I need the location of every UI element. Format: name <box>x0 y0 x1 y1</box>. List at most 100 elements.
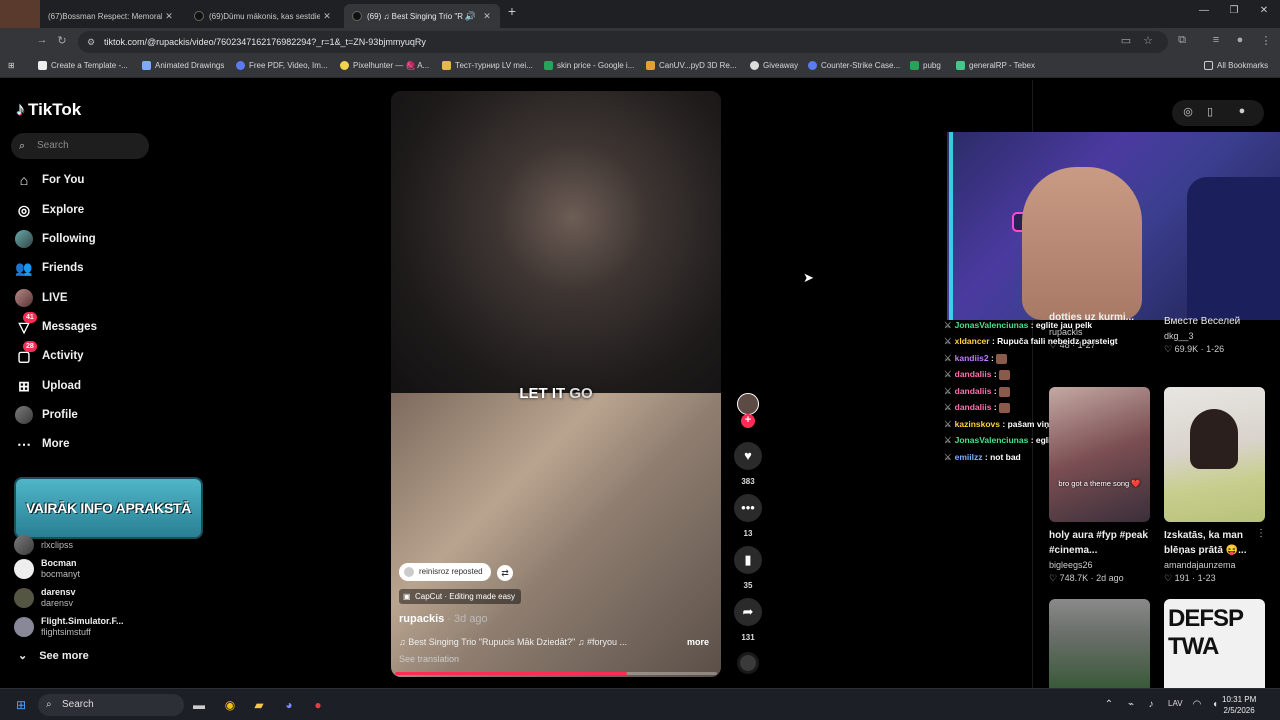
following-account[interactable]: rlxclipss <box>14 535 73 555</box>
bookmark-item[interactable]: skin price - Google i... <box>544 61 634 70</box>
discord-icon[interactable]: ◕ <box>280 696 298 714</box>
reading-list-icon[interactable]: ≡ <box>1208 34 1224 46</box>
nav-live[interactable]: LIVE <box>14 286 68 310</box>
bookmark-item[interactable]: CanUV...pyD 3D Re... <box>646 61 737 70</box>
tab-title: (67)Bossman Respect: Memorable <box>48 11 162 21</box>
bookmark-item[interactable]: Тест-турнир LV mei... <box>442 61 533 70</box>
see-translation-link[interactable]: See translation <box>399 654 459 664</box>
taskbar-search[interactable]: ⌕ Search <box>38 694 184 716</box>
repost-label[interactable]: reinisroz reposted <box>399 563 491 581</box>
star-icon[interactable]: ☆ <box>1140 34 1156 47</box>
site-info-icon[interactable]: ⚙ <box>87 31 95 53</box>
bookmark-item[interactable]: Counter-Strike Case... <box>808 61 900 70</box>
repost-icon[interactable]: ⇄ <box>497 565 513 581</box>
apps-icon[interactable]: ⊞ <box>8 61 15 70</box>
close-icon[interactable]: ✕ <box>162 11 176 22</box>
clock[interactable]: 10:31 PM 2/5/2026 <box>1222 694 1256 716</box>
close-icon[interactable]: ✕ <box>320 11 334 22</box>
video-progress[interactable] <box>395 672 717 675</box>
account-name: Flight.Simulator.F... <box>41 616 124 626</box>
video-author[interactable]: rupackis · 3d ago <box>399 613 488 625</box>
video-frame-bottom <box>391 393 721 677</box>
related-video-card[interactable]: Izskatās, ka man blēņas prātā 😝... amand… <box>1164 387 1269 584</box>
nav-friends[interactable]: 👥 Friends <box>14 256 83 280</box>
more-button[interactable]: more <box>687 637 709 647</box>
browser-tab-1[interactable]: (67)Bossman Respect: Memorable ✕ <box>40 4 182 28</box>
avatar-icon <box>14 288 34 308</box>
related-video-card[interactable] <box>1049 599 1150 688</box>
network-icon[interactable]: ⌁ <box>1122 696 1140 714</box>
related-video-card[interactable]: DEFSP TWA <box>1164 599 1265 688</box>
device-icon[interactable]: ▯ <box>1202 105 1218 118</box>
reload-icon[interactable]: ↻ <box>54 34 70 47</box>
nav-following[interactable]: Following <box>14 227 96 251</box>
maximize-button[interactable]: ❐ <box>1220 5 1248 16</box>
more-options-icon[interactable]: ⋮ <box>1142 528 1152 539</box>
bookmark-item[interactable]: generalRP - Tebex <box>956 61 1035 70</box>
extensions-icon[interactable]: ⧉ <box>1174 34 1190 47</box>
browser-tab-3[interactable]: (69) ♫ Best Singing Trio "R 🔊 ✕ <box>344 4 500 28</box>
chrome-icon[interactable]: ◉ <box>221 696 239 714</box>
music-disc-icon[interactable] <box>737 652 759 674</box>
chat-username: dandaliis <box>954 369 992 379</box>
share-action[interactable]: ➦ 131 <box>734 598 762 642</box>
save-action[interactable]: ▮ 35 <box>734 546 762 590</box>
more-options-icon[interactable]: ⋮ <box>1256 528 1266 539</box>
language-indicator[interactable]: LAV <box>1168 699 1183 708</box>
nav-for-you[interactable]: ⌂ For You <box>14 168 85 192</box>
nav-activity[interactable]: ▢ 28 Activity <box>14 341 84 368</box>
follow-button[interactable]: + <box>741 414 755 428</box>
nav-profile[interactable]: Profile <box>14 403 78 427</box>
like-action[interactable]: ♥ 383 <box>734 442 762 486</box>
share-icon[interactable]: ➦ <box>734 598 762 626</box>
video-player[interactable]: LET IT GO reinisroz reposted ⇄ ▣ CapCut … <box>391 91 721 677</box>
bookmark-item[interactable]: Pixelhunter — 🧶 A... <box>340 61 429 70</box>
close-window-button[interactable]: ✕ <box>1250 5 1278 16</box>
url-field[interactable]: ⚙ tiktok.com/@rupackis/video/76023471621… <box>78 31 1168 53</box>
task-view-icon[interactable]: ▬ <box>190 696 208 714</box>
file-explorer-icon[interactable]: ▰ <box>250 696 268 714</box>
profile-icon[interactable]: ● <box>1232 34 1248 46</box>
tiktok-logo[interactable]: ♪ TikTok <box>16 99 81 120</box>
bookmark-item[interactable]: Create a Template -... <box>38 61 128 70</box>
chevron-up-icon[interactable]: ⌃ <box>1100 696 1118 714</box>
app-icon[interactable]: ● <box>309 696 327 714</box>
see-more-button[interactable]: ⌄ See more <box>18 649 89 662</box>
bookmark-item[interactable]: Animated Drawings <box>142 61 224 70</box>
speaker-icon[interactable]: 🔊 <box>465 11 476 22</box>
microphone-icon[interactable]: ♪ <box>1142 696 1160 714</box>
comment-icon[interactable]: ••• <box>734 494 762 522</box>
nav-explore[interactable]: ◎ Explore <box>14 198 84 222</box>
avatar <box>14 617 34 637</box>
nav-messages[interactable]: ▽ 41 Messages <box>14 312 97 339</box>
bookmark-item[interactable]: pubg <box>910 61 941 70</box>
following-account[interactable]: Bocman bocmanyt <box>14 558 80 580</box>
new-tab-button[interactable]: + <box>498 3 526 19</box>
following-account[interactable]: Flight.Simulator.F... flightsimstuff <box>14 616 124 638</box>
close-icon[interactable]: ✕ <box>480 11 494 22</box>
creator-avatar[interactable] <box>737 393 759 415</box>
live-toggle-icon[interactable]: ◎ <box>1180 105 1196 118</box>
nav-upload[interactable]: ⊞ Upload <box>14 374 81 398</box>
bookmark-item[interactable]: Free PDF, Video, Im... <box>236 61 328 70</box>
search-input[interactable]: ⌕ Search <box>11 133 149 159</box>
heart-icon[interactable]: ♥ <box>734 442 762 470</box>
minimize-button[interactable]: — <box>1190 5 1218 16</box>
following-account[interactable]: darensv darensv <box>14 587 76 609</box>
menu-icon[interactable]: ⋮ <box>1258 34 1274 47</box>
bookmark-item[interactable]: Giveaway <box>750 61 798 70</box>
windows-start-icon[interactable]: ⊞ <box>12 696 30 714</box>
all-bookmarks[interactable]: All Bookmarks <box>1204 61 1268 70</box>
forward-icon[interactable]: → <box>34 34 50 46</box>
capcut-anchor[interactable]: ▣ CapCut · Editing made easy <box>399 589 522 604</box>
comment-action[interactable]: ••• 13 <box>734 494 762 538</box>
wifi-icon[interactable]: ◠ <box>1188 696 1206 714</box>
streamer-face <box>1022 167 1142 320</box>
nav-more[interactable]: ⋯ More <box>14 432 69 456</box>
browser-tab-2[interactable]: (69)Dūmu mākonis, kas sestdien ✕ <box>186 4 340 28</box>
related-video-card[interactable]: Вместе Веселей dkg__3 ♡ 69.9K · 1-26 <box>1164 314 1269 355</box>
related-video-card[interactable]: bro got a theme song ❤️ holy aura #fyp #… <box>1049 387 1154 584</box>
cast-icon[interactable]: ▭ <box>1118 34 1134 47</box>
bookmark-icon[interactable]: ▮ <box>734 546 762 574</box>
avatar-icon[interactable]: ● <box>1234 105 1250 117</box>
